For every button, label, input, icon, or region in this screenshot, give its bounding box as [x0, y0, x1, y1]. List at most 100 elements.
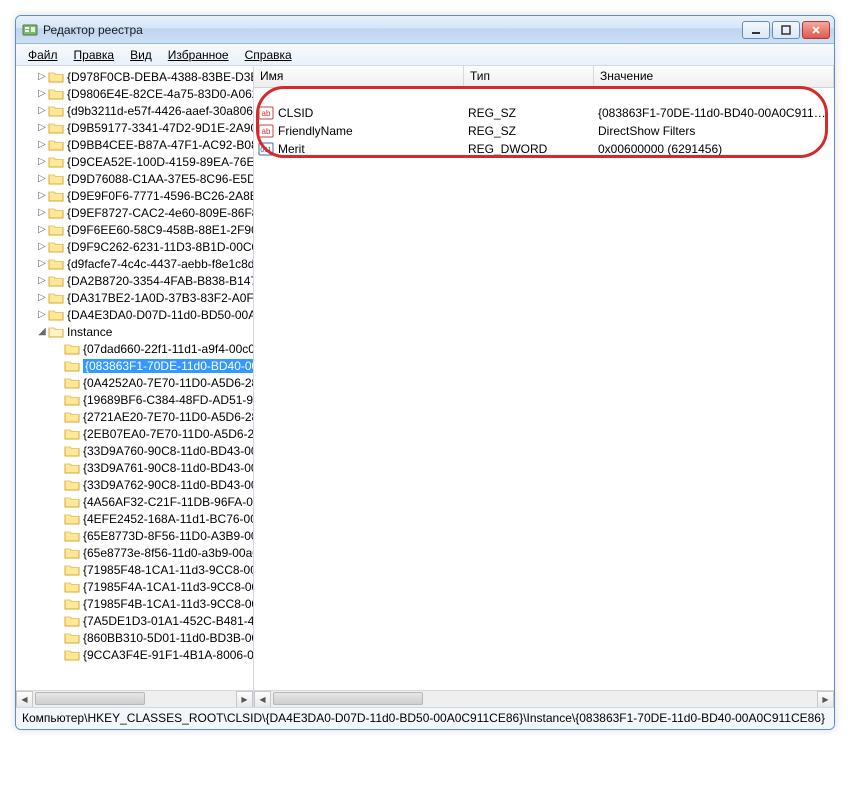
folder-icon: [64, 427, 80, 441]
tree-item[interactable]: ▷{D9F6EE60-58C9-458B-88E1-2F908FD7F87: [18, 221, 253, 238]
tree-item[interactable]: {4A56AF32-C21F-11DB-96FA-0050: [18, 493, 253, 510]
tree-item[interactable]: {4EFE2452-168A-11d1-BC76-00c: [18, 510, 253, 527]
menu-favorites[interactable]: Избранное: [160, 46, 237, 64]
expand-icon[interactable]: ◢: [36, 326, 48, 337]
tree-item[interactable]: ▷ {D9D76088-C1AA-37E5-8C96-E5DEC7B32: [18, 170, 253, 187]
tree-item[interactable]: ▷{D9EF8727-CAC2-4e60-809E-86F80A666C: [18, 204, 253, 221]
tree-item-label: {D978F0CB-DEBA-4388-83BE-D3E106E02A: [67, 70, 253, 84]
menu-help[interactable]: Справка: [237, 46, 300, 64]
tree-item-label: {DA4E3DA0-D07D-11d0-BD50-00A0C911: [67, 308, 253, 322]
folder-icon: [48, 257, 64, 271]
list-header[interactable]: Имя Тип Значение: [254, 66, 834, 88]
tree-item[interactable]: ◢Instance: [18, 323, 253, 340]
tree-hscroll[interactable]: ◀ ▶: [16, 690, 253, 707]
tree-item[interactable]: ▷ {DA4E3DA0-D07D-11d0-BD50-00A0C911: [18, 306, 253, 323]
expand-icon[interactable]: ▷: [36, 173, 48, 184]
tree-item[interactable]: {860BB310-5D01-11d0-BD3B-00A: [18, 629, 253, 646]
expand-icon[interactable]: ▷: [36, 190, 48, 201]
tree-item[interactable]: {65E8773D-8F56-11D0-A3B9-00A: [18, 527, 253, 544]
expand-icon[interactable]: ▷: [36, 292, 48, 303]
scroll-track[interactable]: [271, 691, 817, 708]
scroll-left-button[interactable]: ◀: [16, 691, 33, 708]
minimize-button[interactable]: [742, 21, 770, 39]
tree-item[interactable]: ▷{D9E9F0F6-7771-4596-BC26-2A8BE222CB: [18, 187, 253, 204]
expand-icon[interactable]: ▷: [36, 71, 48, 82]
list-body[interactable]: REG_SZ abCLSIDREG_SZ{083863F1-70DE-11d0-…: [254, 88, 834, 690]
folder-icon: [48, 70, 64, 84]
tree-item-label: {DA317BE2-1A0D-37B3-83F2-A0F32787FC: [67, 291, 253, 305]
scroll-track[interactable]: [33, 691, 236, 708]
tree-item[interactable]: {2721AE20-7E70-11D0-A5D6-28DE: [18, 408, 253, 425]
titlebar[interactable]: Редактор реестра: [16, 16, 834, 44]
expand-icon[interactable]: ▷: [36, 156, 48, 167]
folder-icon: [64, 631, 80, 645]
tree-item[interactable]: ▷{D9F9C262-6231-11D3-8B1D-00C04FB6B: [18, 238, 253, 255]
tree-item[interactable]: {07dad660-22f1-11d1-a9f4-00c04f: [18, 340, 253, 357]
tree-item[interactable]: {71985F4A-1CA1-11d3-9CC8-00C: [18, 578, 253, 595]
tree-item[interactable]: {9CCA3F4E-91F1-4B1A-8006-0F49: [18, 646, 253, 663]
folder-icon: [48, 104, 64, 118]
body-panes: ▷{D978F0CB-DEBA-4388-83BE-D3E106E02A▷{D9…: [16, 66, 834, 707]
menu-file[interactable]: Файл: [20, 46, 66, 64]
tree-item[interactable]: ▷{D9B59177-3341-47D2-9D1E-2A908699B78: [18, 119, 253, 136]
column-type[interactable]: Тип: [464, 66, 594, 87]
expand-icon[interactable]: ▷: [36, 122, 48, 133]
tree-item[interactable]: ▷{D9BB4CEE-B87A-47F1-AC92-B08D9C781: [18, 136, 253, 153]
value-row[interactable]: abFriendlyNameREG_SZDirectShow Filters: [254, 122, 834, 140]
tree-item[interactable]: ▷{d9facfe7-4c4c-4437-aebb-f8e1c8dbc1b5: [18, 255, 253, 272]
folder-icon: [64, 546, 80, 560]
scroll-right-button[interactable]: ▶: [817, 691, 834, 708]
tree-item[interactable]: ▷{d9b3211d-e57f-4426-aaef-30a806add397: [18, 102, 253, 119]
tree-item[interactable]: {0A4252A0-7E70-11D0-A5D6-28D: [18, 374, 253, 391]
folder-icon: [48, 172, 64, 186]
value-row[interactable]: 011MeritREG_DWORD0x00600000 (6291456): [254, 140, 834, 158]
tree-item-label: {D9806E4E-82CE-4a75-83D0-A062EC6053: [67, 87, 253, 101]
value-row[interactable]: abCLSIDREG_SZ{083863F1-70DE-11d0-BD40-00…: [254, 104, 834, 122]
tree-item[interactable]: {2EB07EA0-7E70-11D0-A5D6-28DE: [18, 425, 253, 442]
tree-item[interactable]: ▷ {D9806E4E-82CE-4a75-83D0-A062EC6053: [18, 85, 253, 102]
expand-icon[interactable]: ▷: [36, 105, 48, 116]
list-hscroll[interactable]: ◀ ▶: [254, 690, 834, 707]
expand-icon[interactable]: ▷: [36, 139, 48, 150]
folder-icon: [64, 580, 80, 594]
column-value[interactable]: Значение: [594, 66, 834, 87]
menu-view[interactable]: Вид: [122, 46, 160, 64]
expand-icon[interactable]: ▷: [36, 88, 48, 99]
statusbar: Компьютер\HKEY_CLASSES_ROOT\CLSID\{DA4E3…: [16, 707, 834, 729]
tree-item-selected[interactable]: {083863F1-70DE-11d0-BD40-00A0: [18, 357, 253, 374]
scroll-right-button[interactable]: ▶: [236, 691, 253, 708]
folder-icon: [64, 410, 80, 424]
value-data: {083863F1-70DE-11d0-BD40-00A0C911CE86}: [598, 106, 834, 120]
expand-icon[interactable]: ▷: [36, 309, 48, 320]
app-icon: [22, 22, 38, 38]
menu-edit[interactable]: Правка: [66, 46, 123, 64]
folder-icon: [48, 206, 64, 220]
expand-icon[interactable]: ▷: [36, 241, 48, 252]
scroll-thumb[interactable]: [273, 692, 423, 705]
folder-icon: [48, 308, 64, 322]
expand-icon[interactable]: ▷: [36, 275, 48, 286]
tree-item[interactable]: {71985F48-1CA1-11d3-9CC8-00C: [18, 561, 253, 578]
tree-item[interactable]: ▷ {DA317BE2-1A0D-37B3-83F2-A0F32787FC: [18, 289, 253, 306]
expand-icon[interactable]: ▷: [36, 207, 48, 218]
maximize-button[interactable]: [772, 21, 800, 39]
tree-item-label: {D9D76088-C1AA-37E5-8C96-E5DEC7B32: [67, 172, 253, 186]
tree-item[interactable]: {19689BF6-C384-48FD-AD51-90E5: [18, 391, 253, 408]
tree-item[interactable]: {7A5DE1D3-01A1-452C-B481-4FA: [18, 612, 253, 629]
scroll-left-button[interactable]: ◀: [254, 691, 271, 708]
column-name[interactable]: Имя: [254, 66, 464, 87]
expand-icon[interactable]: ▷: [36, 224, 48, 235]
tree-item[interactable]: ▷ {D978F0CB-DEBA-4388-83BE-D3E106E02A: [18, 68, 253, 85]
tree-list[interactable]: ▷{D978F0CB-DEBA-4388-83BE-D3E106E02A▷{D9…: [16, 66, 253, 690]
close-button[interactable]: [802, 21, 830, 39]
tree-item[interactable]: {71985F4B-1CA1-11d3-9CC8-00C: [18, 595, 253, 612]
expand-icon[interactable]: ▷: [36, 258, 48, 269]
tree-item[interactable]: {33D9A760-90C8-11d0-BD43-00A: [18, 442, 253, 459]
scroll-thumb[interactable]: [35, 692, 145, 705]
tree-item[interactable]: {33D9A761-90C8-11d0-BD43-00A: [18, 459, 253, 476]
tree-item[interactable]: ▷{DA2B8720-3354-4FAB-B838-B1472667C: [18, 272, 253, 289]
tree-item[interactable]: {33D9A762-90C8-11d0-BD43-00A: [18, 476, 253, 493]
folder-icon: [48, 291, 64, 305]
tree-item[interactable]: ▷{D9CEA52E-100D-4159-89EA-76E845BC13: [18, 153, 253, 170]
tree-item[interactable]: {65e8773e-8f56-11d0-a3b9-00a0c5: [18, 544, 253, 561]
